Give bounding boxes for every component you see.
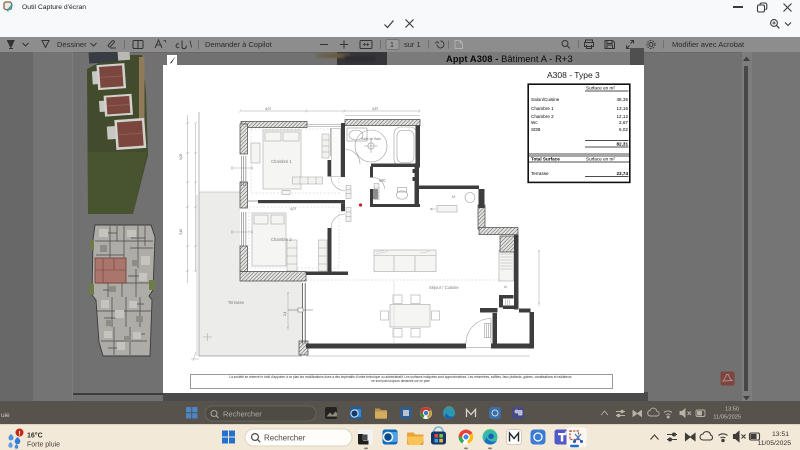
svg-text:11/05/2025: 11/05/2025 <box>757 440 791 447</box>
svg-text:!: ! <box>18 430 20 437</box>
svg-text:Séjour / Cuisine: Séjour / Cuisine <box>429 285 459 290</box>
svg-text:16°C: 16°C <box>27 432 43 440</box>
svg-text:3,05: 3,05 <box>179 154 183 160</box>
svg-text:Chambre 2: Chambre 2 <box>271 237 292 242</box>
svg-text:Forte pluie: Forte pluie <box>27 442 60 449</box>
svg-text:3,40: 3,40 <box>179 229 183 235</box>
svg-text:2,4: 2,4 <box>283 311 287 316</box>
svg-text:M.: M. <box>452 195 456 199</box>
svg-text:4,07: 4,07 <box>290 207 296 211</box>
svg-text:WC: WC <box>379 178 386 183</box>
svg-text:Modifier avec Acrobat: Modifier avec Acrobat <box>672 40 745 49</box>
svg-text:13:51: 13:51 <box>772 431 789 438</box>
svg-text:sur 1: sur 1 <box>404 40 421 49</box>
svg-text:Terrasse: Terrasse <box>228 300 245 305</box>
svg-text:Salle de Bain: Salle de Bain <box>361 137 381 141</box>
svg-text:13:50: 13:50 <box>725 407 739 413</box>
svg-text:Demander à Copilot: Demander à Copilot <box>205 40 273 49</box>
svg-text:Dessiner: Dessiner <box>57 40 87 49</box>
svg-text:3,97: 3,97 <box>372 107 378 111</box>
svg-text:Chambre 1: Chambre 1 <box>271 159 292 164</box>
svg-text:Rechercher: Rechercher <box>223 410 262 419</box>
svg-text:11/05/2025: 11/05/2025 <box>713 415 741 421</box>
svg-text:1: 1 <box>390 42 394 49</box>
svg-text:4,07: 4,07 <box>265 107 271 111</box>
svg-text:Rechercher: Rechercher <box>264 434 306 443</box>
